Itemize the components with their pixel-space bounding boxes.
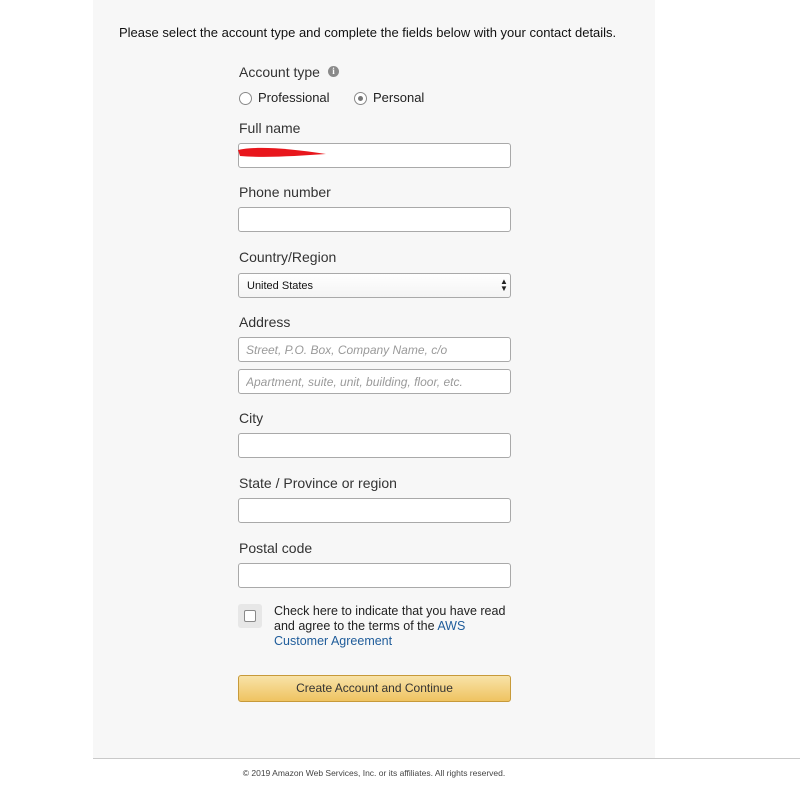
footer-copyright: © 2019 Amazon Web Services, Inc. or its … [242,768,506,778]
agreement-checkbox[interactable] [244,610,256,622]
country-selected-value: United States [247,280,314,292]
intro-text: Please select the account type and compl… [119,25,617,40]
postal-input[interactable] [238,563,511,588]
postal-label: Postal code [239,540,313,556]
country-select[interactable]: United States ▲ ▼ [238,273,511,298]
select-arrows-icon: ▲ ▼ [500,277,508,293]
account-type-label: Account type [239,64,320,80]
agreement-text-body: Check here to indicate that you have rea… [274,604,506,633]
radio-professional-label[interactable]: Professional [258,90,330,105]
address-line1-input[interactable] [238,337,511,362]
info-icon[interactable]: i [328,66,339,77]
radio-personal-label[interactable]: Personal [373,90,424,105]
radio-professional[interactable] [239,92,252,105]
address-line2-input[interactable] [238,369,511,394]
redaction-mark [238,147,326,157]
full-name-label: Full name [239,120,301,136]
footer-divider [93,758,800,759]
create-account-button[interactable]: Create Account and Continue [238,675,511,702]
city-label: City [239,410,264,426]
radio-selected-dot [358,96,363,101]
city-input[interactable] [238,433,511,458]
agreement-text: Check here to indicate that you have rea… [274,604,514,649]
country-label: Country/Region [239,249,337,265]
state-label: State / Province or region [239,475,397,491]
phone-label: Phone number [239,184,331,200]
agreement-checkbox-wrapper[interactable] [238,604,262,628]
address-label: Address [239,314,291,330]
radio-personal[interactable] [354,92,367,105]
phone-input[interactable] [238,207,511,232]
state-input[interactable] [238,498,511,523]
